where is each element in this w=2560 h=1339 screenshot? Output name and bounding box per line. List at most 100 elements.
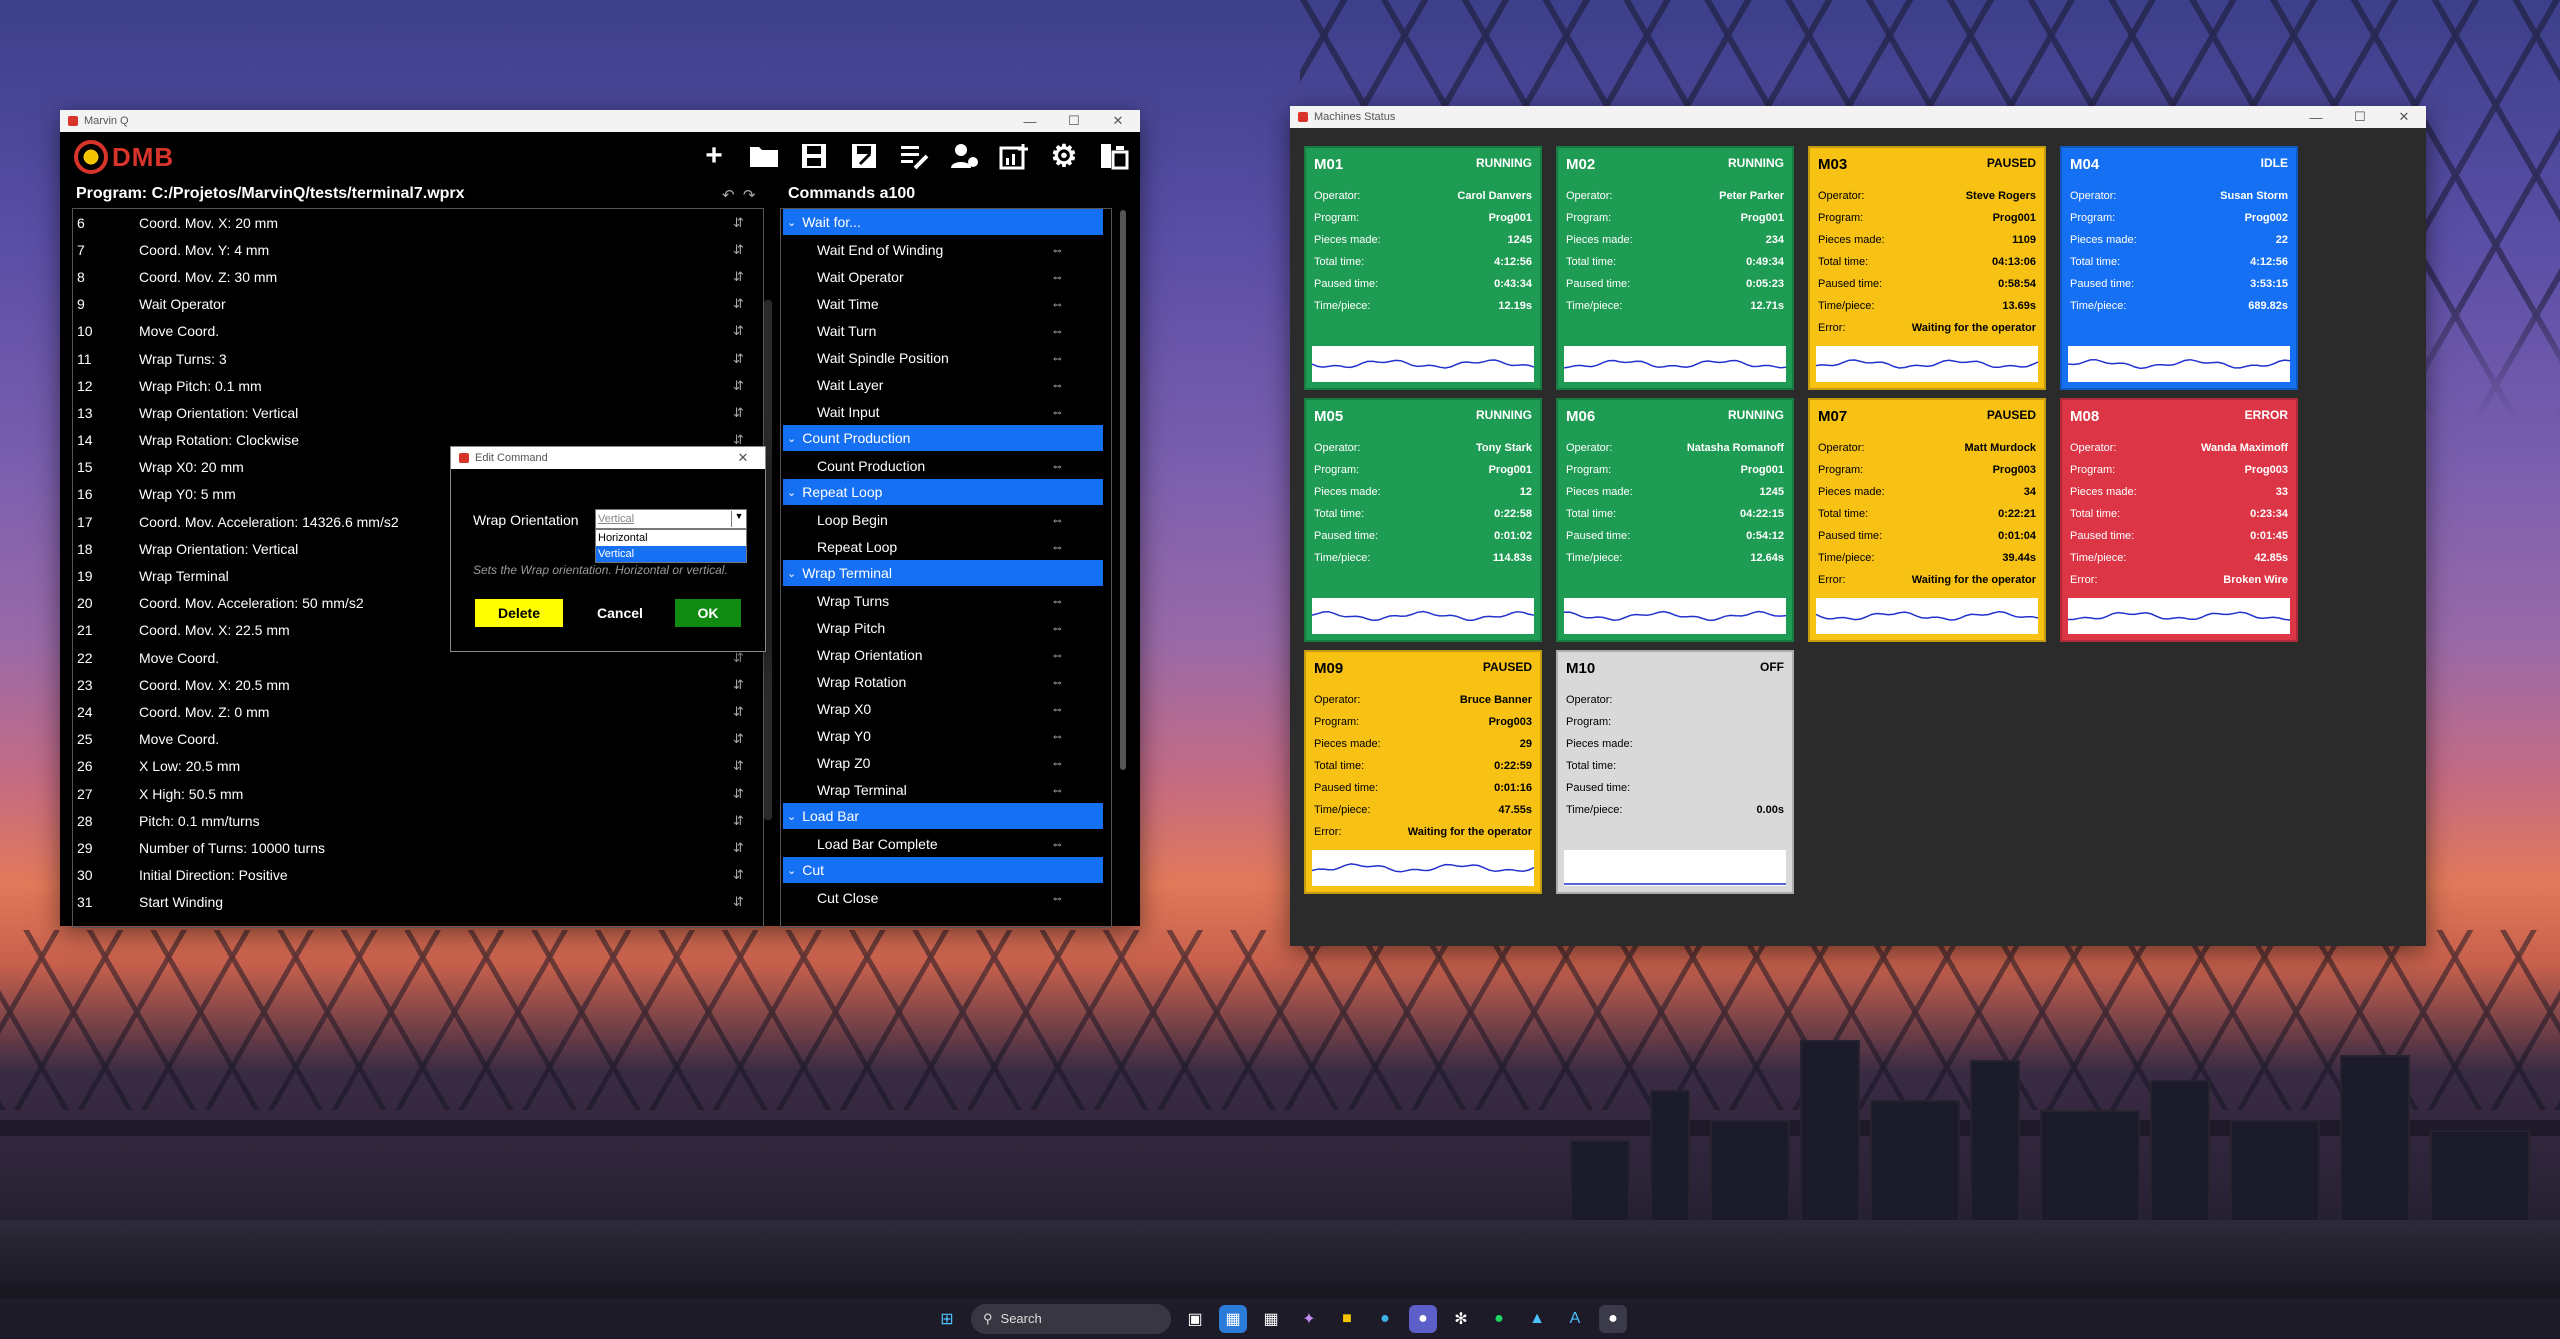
command-item[interactable]: Loop Begin ⇔ — [781, 506, 1111, 533]
command-item[interactable]: Cut Close ⇔ — [781, 884, 1111, 911]
command-item[interactable]: Count Production ⇔ — [781, 452, 1111, 479]
maximize-button[interactable]: ☐ — [1052, 113, 1096, 129]
chevron-down-icon[interactable]: ⌄ — [787, 486, 796, 499]
spotify-icon[interactable]: ● — [1485, 1305, 1513, 1333]
command-category[interactable]: ⌄ Repeat Loop — [783, 479, 1103, 505]
machine-card-m05[interactable]: M05 RUNNING Operator: Tony Stark Program: Pro… — [1304, 398, 1542, 642]
machine-card-m10[interactable]: M10 OFF Operator: Program: Pieces made: Total… — [1556, 650, 1794, 894]
copilot-icon[interactable]: ✦ — [1295, 1305, 1323, 1333]
drag-handle-icon[interactable]: ⇵ — [733, 731, 763, 747]
command-item[interactable]: Wait Input ⇔ — [781, 398, 1111, 425]
marvin-taskbar-icon[interactable]: ● — [1599, 1304, 1627, 1333]
command-item[interactable]: Wait Turn ⇔ — [781, 317, 1111, 344]
drag-handle-icon[interactable]: ⇔ — [1051, 647, 1111, 662]
command-category[interactable]: ⌄ Wait for... — [783, 209, 1103, 235]
command-item[interactable]: Wait End of Winding ⇔ — [781, 236, 1111, 263]
drag-handle-icon[interactable]: ⇔ — [1051, 701, 1111, 716]
chevron-down-icon[interactable]: ⌄ — [787, 216, 796, 229]
command-item[interactable]: Wait Operator ⇔ — [781, 263, 1111, 290]
cancel-button[interactable]: Cancel — [575, 599, 665, 627]
drag-handle-icon[interactable]: ⇵ — [733, 894, 763, 910]
drag-handle-icon[interactable]: ⇵ — [733, 242, 763, 258]
command-category[interactable]: ⌄ Wrap Terminal — [783, 560, 1103, 586]
machine-card-m06[interactable]: M06 RUNNING Operator: Natasha Romanoff Progr… — [1556, 398, 1794, 642]
command-item[interactable]: Wrap X0 ⇔ — [781, 695, 1111, 722]
chatgpt-icon[interactable]: ✻ — [1447, 1305, 1475, 1333]
commands-scrollbar[interactable] — [1120, 210, 1126, 770]
drag-handle-icon[interactable]: ⇵ — [733, 758, 763, 774]
drag-handle-icon[interactable]: ⇔ — [1051, 539, 1111, 554]
drag-handle-icon[interactable]: ⇵ — [733, 351, 763, 367]
drag-handle-icon[interactable]: ⇵ — [733, 786, 763, 802]
program-line[interactable]: 31 Start Winding ⇵ — [73, 889, 763, 916]
chevron-down-icon[interactable]: ▼ — [731, 511, 746, 527]
delete-button[interactable]: Delete — [475, 599, 563, 627]
program-line[interactable]: 7 Coord. Mov. Y: 4 mm ⇵ — [73, 236, 763, 263]
machine-card-m07[interactable]: M07 PAUSED Operator: Matt Murdock Program: Pr… — [1808, 398, 2046, 642]
drag-handle-icon[interactable]: ⇔ — [1051, 377, 1111, 392]
drag-handle-icon[interactable]: ⇵ — [733, 867, 763, 883]
add-chart-icon[interactable] — [996, 138, 1032, 174]
program-line[interactable]: 8 Coord. Mov. Z: 30 mm ⇵ — [73, 263, 763, 290]
teams-icon[interactable]: ● — [1409, 1304, 1437, 1333]
open-folder-icon[interactable] — [746, 138, 782, 174]
drag-handle-icon[interactable]: ⇔ — [1051, 323, 1111, 338]
command-item[interactable]: Wrap Y0 ⇔ — [781, 722, 1111, 749]
machines-maximize-button[interactable]: ☐ — [2338, 109, 2382, 125]
program-line[interactable]: 11 Wrap Turns: 3 ⇵ — [73, 345, 763, 372]
command-item[interactable]: Wrap Turns ⇔ — [781, 587, 1111, 614]
drag-handle-icon[interactable]: ⇵ — [733, 704, 763, 720]
command-category[interactable]: ⌄ Cut — [783, 857, 1103, 883]
program-line[interactable]: 28 Pitch: 0.1 mm/turns ⇵ — [73, 807, 763, 834]
calculator-icon[interactable]: ▦ — [1257, 1305, 1285, 1333]
program-line[interactable]: 30 Initial Direction: Positive ⇵ — [73, 862, 763, 889]
drag-handle-icon[interactable]: ⇔ — [1051, 674, 1111, 689]
taskbar-search[interactable]: ⚲ Search — [971, 1303, 1171, 1334]
machine-card-m09[interactable]: M09 PAUSED Operator: Bruce Banner Program: Pr… — [1304, 650, 1542, 894]
command-item[interactable]: Wrap Rotation ⇔ — [781, 668, 1111, 695]
drag-handle-icon[interactable]: ⇔ — [1051, 782, 1111, 797]
machines-minimize-button[interactable]: — — [2294, 110, 2338, 125]
drag-handle-icon[interactable]: ⇔ — [1051, 620, 1111, 635]
command-item[interactable]: Wrap Pitch ⇔ — [781, 614, 1111, 641]
machine-card-m03[interactable]: M03 PAUSED Operator: Steve Rogers Program: Pr… — [1808, 146, 2046, 390]
drag-handle-icon[interactable]: ⇵ — [733, 813, 763, 829]
chevron-down-icon[interactable]: ⌄ — [787, 810, 796, 823]
gear-icon[interactable]: ⚙ — [1046, 138, 1082, 174]
ok-button[interactable]: OK — [675, 599, 741, 627]
operator-icon[interactable] — [946, 138, 982, 174]
machine-icon[interactable] — [1096, 138, 1132, 174]
dialog-close-button[interactable]: ✕ — [721, 450, 765, 466]
command-category[interactable]: ⌄ Count Production — [783, 425, 1103, 451]
program-line[interactable]: 23 Coord. Mov. X: 20.5 mm ⇵ — [73, 671, 763, 698]
program-line[interactable]: 10 Move Coord. ⇵ — [73, 318, 763, 345]
program-line[interactable]: 9 Wait Operator ⇵ — [73, 291, 763, 318]
command-category[interactable]: ⌄ Load Bar — [783, 803, 1103, 829]
drag-handle-icon[interactable]: ⇵ — [733, 677, 763, 693]
font-app-icon[interactable]: A — [1561, 1305, 1589, 1333]
drag-handle-icon[interactable]: ⇔ — [1051, 269, 1111, 284]
task-view-icon[interactable]: ▣ — [1181, 1305, 1209, 1333]
program-line[interactable]: 25 Move Coord. ⇵ — [73, 726, 763, 753]
program-line[interactable]: 12 Wrap Pitch: 0.1 mm ⇵ — [73, 372, 763, 399]
commands-list[interactable]: ⌄ Wait for... Wait End of Winding ⇔ Wait Ope… — [780, 208, 1112, 928]
drag-handle-icon[interactable]: ⇔ — [1051, 728, 1111, 743]
save-as-icon[interactable] — [846, 138, 882, 174]
drag-handle-icon[interactable]: ⇵ — [733, 296, 763, 312]
drag-handle-icon[interactable]: ⇔ — [1051, 593, 1111, 608]
undo-icon[interactable]: ↶ — [722, 187, 735, 204]
drag-handle-icon[interactable]: ⇔ — [1051, 755, 1111, 770]
redo-icon[interactable]: ↷ — [743, 187, 756, 204]
drag-handle-icon[interactable]: ⇵ — [733, 840, 763, 856]
edge-icon[interactable]: ● — [1371, 1305, 1399, 1333]
program-line[interactable]: 6 Coord. Mov. X: 20 mm ⇵ — [73, 209, 763, 236]
program-line[interactable]: 26 X Low: 20.5 mm ⇵ — [73, 753, 763, 780]
program-line[interactable]: 13 Wrap Orientation: Vertical ⇵ — [73, 399, 763, 426]
add-icon[interactable]: + — [696, 138, 732, 174]
chevron-down-icon[interactable]: ⌄ — [787, 864, 796, 877]
machine-card-m02[interactable]: M02 RUNNING Operator: Peter Parker Program: P… — [1556, 146, 1794, 390]
drag-handle-icon[interactable]: ⇔ — [1051, 296, 1111, 311]
command-item[interactable]: Repeat Loop ⇔ — [781, 533, 1111, 560]
drag-handle-icon[interactable]: ⇔ — [1051, 350, 1111, 365]
store-icon[interactable]: ▦ — [1219, 1304, 1247, 1333]
